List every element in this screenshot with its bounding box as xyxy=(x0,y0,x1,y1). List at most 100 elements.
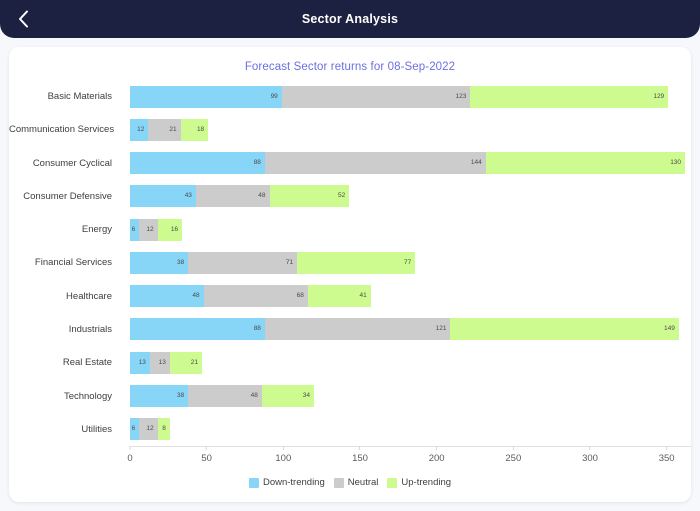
bar-segment[interactable]: 12 xyxy=(130,118,149,141)
bar-segment[interactable]: 88 xyxy=(130,318,265,341)
x-axis-tick-label: 50 xyxy=(201,453,212,464)
bar-segment[interactable]: 144 xyxy=(264,152,486,175)
x-axis-tick: 100 xyxy=(275,446,291,464)
category-label: Consumer Cyclical xyxy=(32,157,112,169)
bar-segment[interactable]: 21 xyxy=(148,118,181,141)
bar-segment[interactable]: 6 xyxy=(130,418,140,441)
bar-row: Energy 6 12 16 xyxy=(9,213,691,246)
bar-segment[interactable]: 21 xyxy=(169,351,203,374)
bar-track: 88 144 130 xyxy=(121,152,691,175)
legend-item[interactable]: Up-trending xyxy=(387,477,451,488)
bar-segment-value: 12 xyxy=(146,225,154,233)
bar-row: Healthcare 48 68 41 xyxy=(9,280,691,313)
bar-segment[interactable]: 48 xyxy=(195,185,270,208)
bar-row: Industrials 88 121 149 xyxy=(9,313,691,346)
x-axis-tick-label: 300 xyxy=(582,453,598,464)
bar-segment[interactable]: 12 xyxy=(139,418,158,441)
legend-label: Neutral xyxy=(347,477,379,488)
chevron-left-icon xyxy=(18,10,29,28)
bar-segment[interactable]: 68 xyxy=(203,285,308,308)
x-axis-tick: 200 xyxy=(429,446,445,464)
bar-segment[interactable]: 77 xyxy=(297,251,416,274)
stacked-bar[interactable]: 38 71 77 xyxy=(130,251,416,274)
stacked-bar[interactable]: 88 144 130 xyxy=(130,152,686,175)
bar-segment[interactable]: 121 xyxy=(264,318,451,341)
bar-segment[interactable]: 41 xyxy=(307,285,371,308)
category-label: Utilities xyxy=(81,423,112,435)
bar-segment[interactable]: 48 xyxy=(130,285,204,308)
bar-segment[interactable]: 34 xyxy=(261,385,314,408)
x-axis-tick-label: 250 xyxy=(505,453,522,464)
stacked-bar[interactable]: 99 123 129 xyxy=(130,85,669,108)
tick-mark xyxy=(206,446,208,450)
bar-segment[interactable]: 129 xyxy=(470,85,669,108)
bar-segment-value: 88 xyxy=(253,325,261,333)
bar-segment[interactable]: 123 xyxy=(281,85,471,108)
bar-row: Consumer Defensive 43 48 52 xyxy=(9,180,691,213)
bar-track: 88 121 149 xyxy=(121,318,691,341)
bar-segment[interactable]: 149 xyxy=(450,318,679,341)
bar-segment[interactable]: 52 xyxy=(269,185,350,208)
bar-segment[interactable]: 8 xyxy=(157,418,170,441)
bar-segment[interactable]: 6 xyxy=(130,218,140,241)
bar-segment-value: 13 xyxy=(138,358,146,366)
bar-track: 38 48 34 xyxy=(121,385,691,408)
bar-segment[interactable]: 16 xyxy=(157,218,183,241)
bar-segment[interactable]: 43 xyxy=(130,185,196,208)
bar-segment[interactable]: 13 xyxy=(149,351,170,374)
legend-swatch xyxy=(333,477,344,488)
stacked-bar[interactable]: 6 12 16 xyxy=(130,218,183,241)
bar-segment-value: 12 xyxy=(146,425,154,433)
bar-row: Basic Materials 99 123 129 xyxy=(9,80,691,113)
bar-segment-value: 149 xyxy=(664,325,675,333)
stacked-bar[interactable]: 88 121 149 xyxy=(130,318,679,341)
legend-item[interactable]: Neutral xyxy=(333,477,379,488)
x-axis-tick: 0 xyxy=(127,446,133,464)
bar-segment-value: 43 xyxy=(184,192,192,200)
stacked-bar[interactable]: 6 12 8 xyxy=(130,418,170,441)
bar-track: 43 48 52 xyxy=(121,185,691,208)
bar-segment-value: 123 xyxy=(455,92,467,100)
stacked-bar[interactable]: 48 68 41 xyxy=(130,285,371,308)
category-label: Technology xyxy=(63,390,112,402)
stacked-bar[interactable]: 38 48 34 xyxy=(130,385,314,408)
bar-segment-value: 130 xyxy=(670,158,682,166)
tick-mark xyxy=(436,446,438,450)
category-label: Industrials xyxy=(68,323,112,335)
back-button[interactable] xyxy=(8,0,38,38)
x-axis-tick: 300 xyxy=(582,446,598,464)
legend-item[interactable]: Down-trending xyxy=(248,477,325,488)
bar-segment[interactable]: 38 xyxy=(130,385,189,408)
bar-segment-value: 48 xyxy=(192,291,200,299)
stacked-bar[interactable]: 43 48 52 xyxy=(130,185,350,208)
x-axis-line xyxy=(130,446,691,447)
bar-segment-value: 16 xyxy=(170,225,179,233)
bar-segment[interactable]: 18 xyxy=(180,118,209,141)
bar-segment[interactable]: 48 xyxy=(188,385,262,408)
legend-swatch xyxy=(387,477,398,488)
bar-segment[interactable]: 71 xyxy=(188,251,298,274)
bar-row: Communication Services 12 21 18 xyxy=(9,113,691,146)
stacked-bar[interactable]: 13 13 21 xyxy=(130,351,203,374)
bar-row: Real Estate 13 13 21 xyxy=(9,346,691,379)
bar-segment[interactable]: 13 xyxy=(130,351,150,374)
bar-segment-value: 38 xyxy=(177,391,185,399)
x-axis-tick-label: 100 xyxy=(275,453,292,464)
bar-segment-value: 129 xyxy=(653,92,665,100)
bar-segment[interactable]: 38 xyxy=(130,251,189,274)
bar-segment[interactable]: 130 xyxy=(485,152,686,175)
bar-segment[interactable]: 99 xyxy=(130,85,282,108)
bar-segment[interactable]: 88 xyxy=(130,152,265,175)
category-label: Financial Services xyxy=(34,257,112,269)
bar-segment[interactable]: 12 xyxy=(139,218,158,241)
bar-row: Consumer Cyclical 88 144 130 xyxy=(9,147,691,180)
bar-track: 6 12 8 xyxy=(121,418,691,441)
bar-track: 38 71 77 xyxy=(121,251,691,274)
legend-label: Down-trending xyxy=(262,477,325,488)
bar-rows: Basic Materials 99 123 129 Communication Ser… xyxy=(9,80,691,446)
category-label: Energy xyxy=(81,224,112,236)
x-axis-tick-label: 150 xyxy=(352,453,368,464)
stacked-bar[interactable]: 12 21 18 xyxy=(130,118,209,141)
x-axis-tick: 50 xyxy=(201,446,212,464)
bar-track: 99 123 129 xyxy=(121,85,691,108)
